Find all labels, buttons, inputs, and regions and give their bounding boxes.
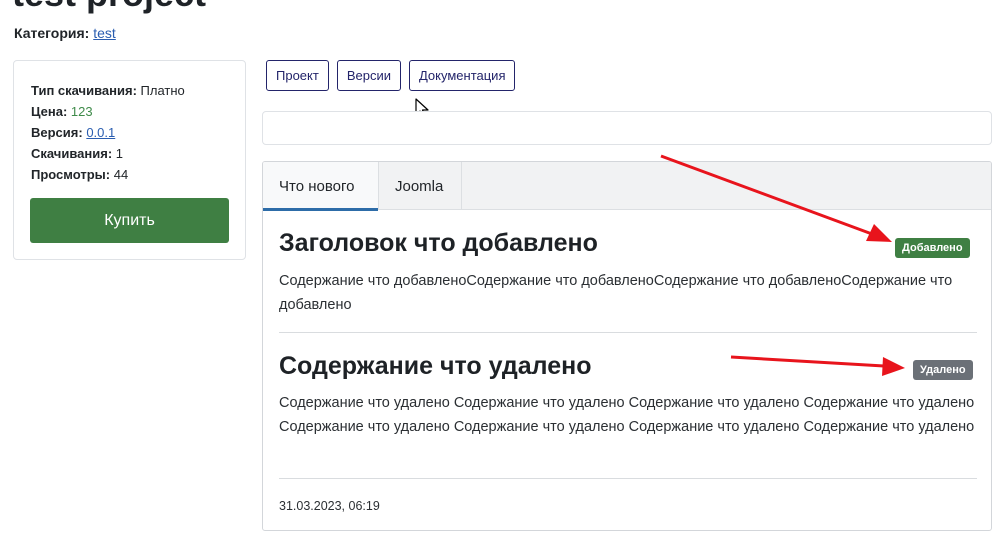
- downloads-row: Скачивания: 1: [31, 143, 185, 164]
- downloads-value: 1: [115, 146, 124, 161]
- download-type-row: Тип скачивания: Платно: [31, 80, 185, 101]
- badge-removed: Удалено: [913, 360, 973, 380]
- project-nav: Проект Версии Документация: [266, 60, 516, 91]
- entry-title-added: Заголовок что добавлено: [279, 229, 598, 257]
- price-row: Цена: 123: [31, 101, 185, 122]
- buy-button[interactable]: Купить: [30, 198, 229, 243]
- price-label: Цена:: [31, 104, 68, 119]
- entry-date: 31.03.2023, 06:19: [279, 499, 380, 513]
- category-line: Категория: test: [14, 24, 116, 42]
- downloads-label: Скачивания:: [31, 146, 113, 161]
- entry-text-removed: Содержание что удалено Содержание что уд…: [279, 395, 975, 435]
- category-link[interactable]: test: [93, 25, 116, 41]
- info-card: Тип скачивания: Платно Цена: 123 Версия:…: [13, 60, 246, 260]
- tab-bar: Что нового Joomla: [263, 162, 991, 211]
- views-row: Просмотры: 44: [31, 164, 185, 185]
- price-value: 123: [70, 104, 93, 119]
- versions-button[interactable]: Версии: [336, 60, 401, 91]
- entry-divider: [279, 332, 977, 333]
- version-link[interactable]: 0.0.1: [86, 125, 115, 140]
- badge-added: Добавлено: [895, 238, 970, 258]
- date-divider: [279, 478, 977, 479]
- project-button[interactable]: Проект: [266, 60, 329, 91]
- info-list: Тип скачивания: Платно Цена: 123 Версия:…: [31, 80, 185, 185]
- tab-whats-new[interactable]: Что нового: [263, 162, 379, 211]
- empty-panel: [262, 111, 992, 145]
- version-label: Версия:: [31, 125, 83, 140]
- version-row: Версия: 0.0.1: [31, 122, 185, 143]
- download-type-value: Платно: [140, 83, 185, 98]
- entry-text-added: Содержание что добавленоСодержание что д…: [279, 273, 953, 313]
- download-type-label: Тип скачивания:: [31, 83, 137, 98]
- documentation-button[interactable]: Документация: [408, 60, 516, 91]
- entry-title-removed: Содержание что удалено: [279, 352, 592, 380]
- category-label: Категория:: [14, 25, 90, 41]
- tab-joomla[interactable]: Joomla: [379, 162, 462, 210]
- views-value: 44: [113, 167, 129, 182]
- changelog-card: Что нового Joomla Заголовок что добавлен…: [262, 161, 992, 531]
- views-label: Просмотры:: [31, 167, 111, 182]
- page-title: test project: [12, 0, 206, 14]
